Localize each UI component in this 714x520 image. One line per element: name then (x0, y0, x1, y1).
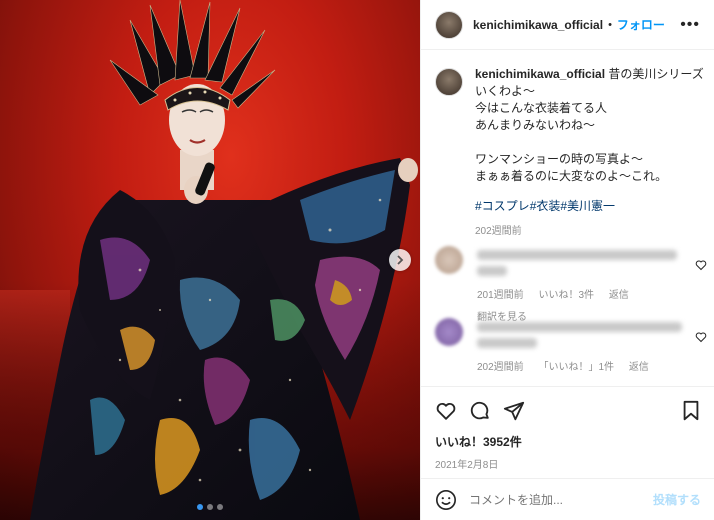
comment-input[interactable] (469, 492, 653, 507)
carousel-dot (207, 504, 213, 510)
separator: • (608, 18, 612, 31)
next-photo-button[interactable] (389, 249, 411, 271)
add-comment-bar: 投稿する (421, 478, 714, 520)
more-options-icon[interactable]: ••• (680, 16, 700, 34)
reply-button[interactable]: 返信 (629, 362, 649, 373)
comment-likes[interactable]: 「いいね！」1件 (538, 362, 614, 373)
caption-text: kenichimikawa_official 昔の美川シリーズいくわよ〜 今はこ… (475, 66, 707, 240)
caption-line: ワンマンショーの時の写真よ〜 (475, 152, 644, 166)
hashtags: #コスプレ#衣装#美川憲一 (475, 198, 707, 215)
hashtag-link[interactable]: #コスプレ (475, 199, 530, 213)
blurred-comment-text (477, 266, 507, 276)
hashtag-link[interactable]: #美川憲一 (560, 199, 615, 213)
comment-body: 202週間前 「いいね！」1件 返信 (477, 318, 687, 373)
comment-item: 201週間前 いいね！3件 返信 翻訳を見る (435, 246, 707, 323)
share-icon (503, 401, 525, 421)
heart-icon (436, 402, 456, 420)
bookmark-icon (683, 400, 699, 421)
comment-likes[interactable]: いいね！3件 (538, 290, 594, 301)
follow-button[interactable]: フォロー (617, 16, 665, 33)
avatar[interactable] (435, 246, 463, 274)
comment-button[interactable] (469, 400, 491, 422)
comment-timestamp[interactable]: 202週間前 (477, 362, 524, 373)
post-date[interactable]: 2021年2月8日 (435, 456, 701, 471)
carousel-dot (197, 504, 203, 510)
save-button[interactable] (681, 400, 701, 422)
comment-item: 202週間前 「いいね！」1件 返信 (435, 318, 707, 373)
post-header: kenichimikawa_official • フォロー ••• (421, 0, 714, 50)
blurred-comment-text (477, 322, 682, 332)
caption-line: あんまりみないわね〜 (475, 118, 596, 132)
caption-line: 今はこんな衣装着てる人 (475, 101, 608, 115)
performer-figure (30, 0, 418, 520)
caption-timestamp[interactable]: 202週間前 (475, 223, 707, 240)
caption-username[interactable]: kenichimikawa_official (475, 67, 605, 81)
heart-icon (695, 332, 707, 343)
heart-icon (695, 260, 707, 271)
hashtag-link[interactable]: #衣装 (530, 199, 561, 213)
emoji-icon (436, 489, 456, 510)
like-count[interactable]: いいね！3952件 (435, 433, 701, 450)
chevron-right-icon (397, 255, 404, 265)
comment-like-button[interactable] (695, 330, 707, 348)
comment-body: 201週間前 いいね！3件 返信 翻訳を見る (477, 246, 687, 323)
post-actions: いいね！3952件 2021年2月8日 (421, 386, 714, 471)
emoji-button[interactable] (435, 489, 457, 511)
blurred-comment-text (477, 250, 677, 260)
comment-meta: 202週間前 「いいね！」1件 返信 (477, 358, 687, 373)
comment-icon (470, 401, 489, 420)
like-button[interactable] (435, 400, 457, 422)
avatar[interactable] (435, 10, 463, 39)
username-link[interactable]: kenichimikawa_official (473, 18, 603, 32)
post-photo[interactable] (0, 0, 420, 520)
caption: kenichimikawa_official 昔の美川シリーズいくわよ〜 今はこ… (435, 66, 707, 240)
comment-timestamp[interactable]: 201週間前 (477, 290, 524, 301)
caption-line: まぁぁ着るのに大変なのよ〜これ。 (475, 169, 668, 183)
carousel-dots (0, 504, 420, 510)
blurred-comment-text (477, 338, 537, 348)
post-sidebar: kenichimikawa_official • フォロー ••• kenich… (420, 0, 714, 520)
carousel-dot (217, 504, 223, 510)
avatar[interactable] (435, 318, 463, 346)
post-comment-button[interactable]: 投稿する (653, 491, 701, 508)
comment-like-button[interactable] (695, 258, 707, 276)
comment-meta: 201週間前 いいね！3件 返信 (477, 286, 687, 301)
reply-button[interactable]: 返信 (609, 290, 629, 301)
share-button[interactable] (503, 400, 525, 422)
action-icons (435, 397, 701, 425)
avatar[interactable] (435, 68, 463, 96)
